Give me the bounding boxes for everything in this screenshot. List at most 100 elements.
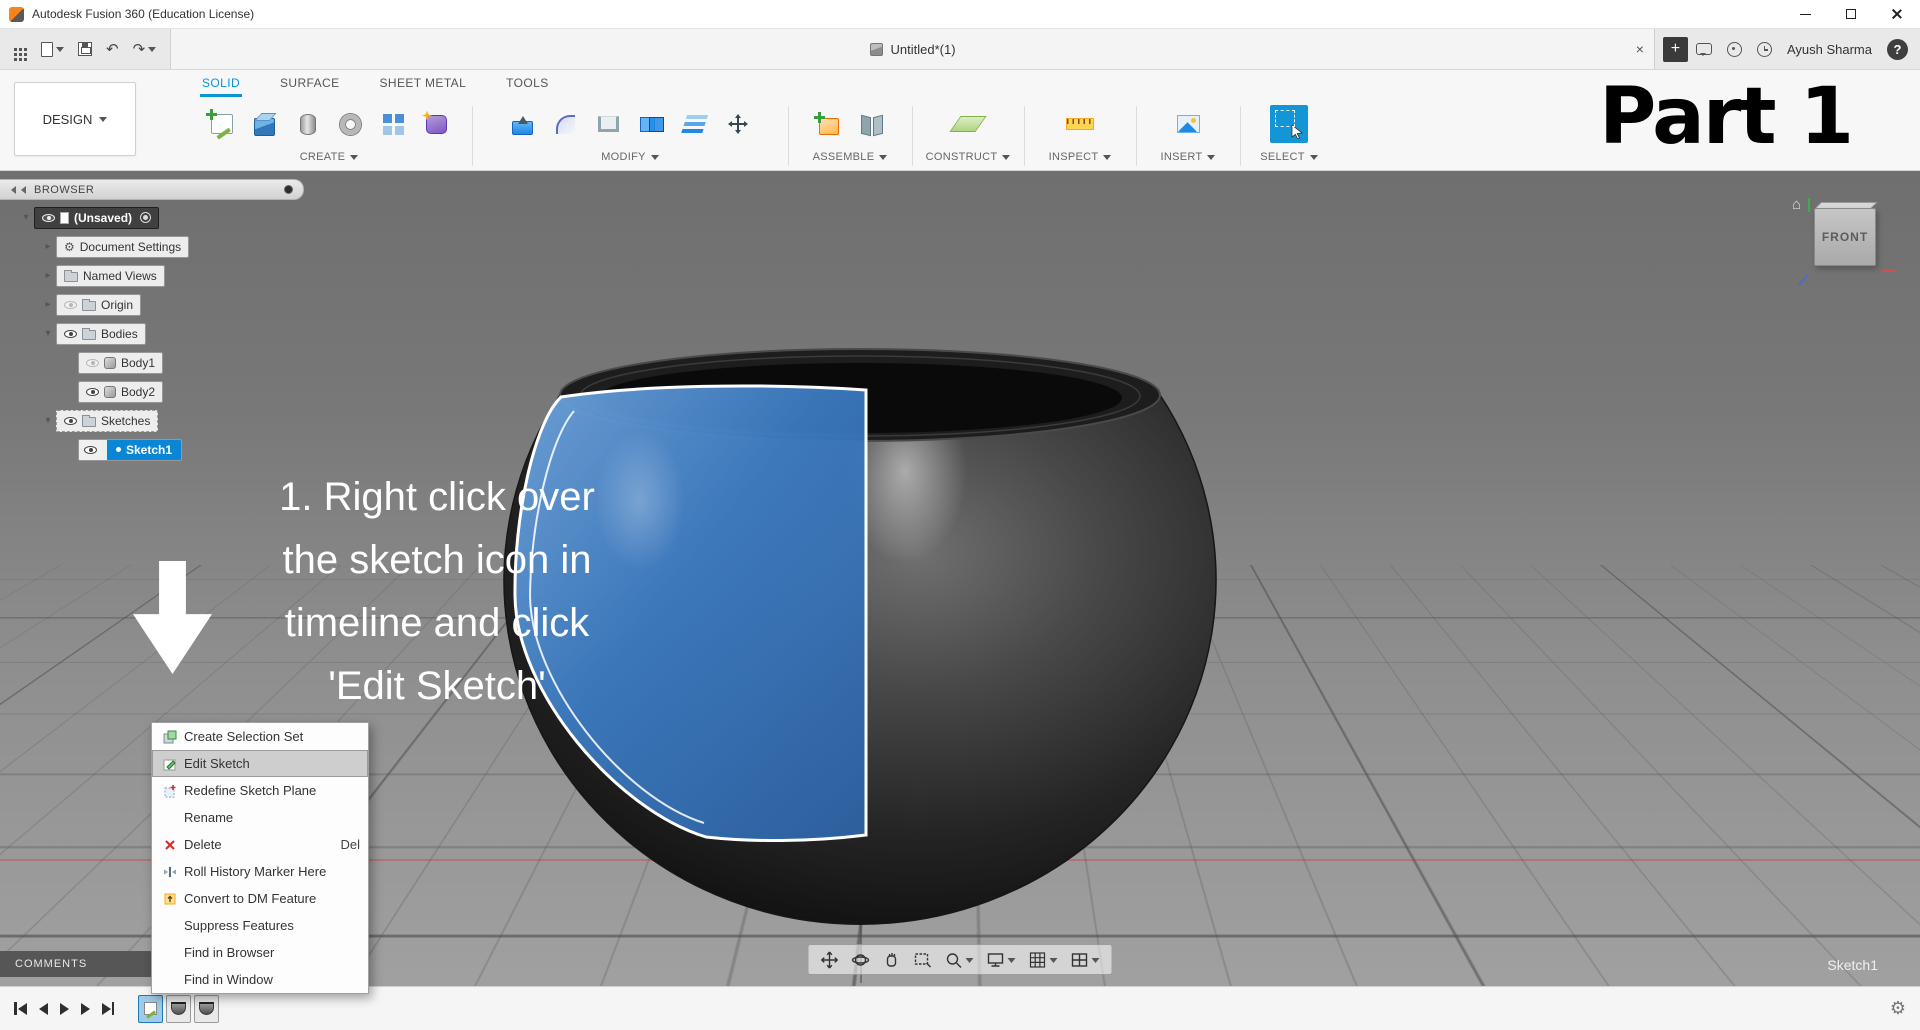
menu-item-redefine-sketch-plane[interactable]: Redefine Sketch Plane [152,777,368,804]
help-button[interactable]: ? [1887,38,1908,60]
select-dropdown[interactable]: SELECT [1246,150,1332,164]
browser-node-body2[interactable]: Body2 [0,377,189,406]
joint-icon[interactable] [855,107,889,141]
box-icon[interactable] [248,107,282,141]
file-menu-button[interactable] [41,41,64,57]
offset-faces-icon[interactable] [678,107,712,141]
timeline-play-button[interactable] [59,1002,69,1015]
zoom-window-icon[interactable] [914,951,932,969]
menu-item-convert-to-dm-feature[interactable]: Convert to DM Feature [152,885,368,912]
undo-button[interactable]: ↶ [106,40,119,58]
user-name[interactable]: Ayush Sharma [1787,42,1872,57]
new-tab-button[interactable]: + [1662,36,1688,62]
browser-header[interactable]: BROWSER [0,179,304,200]
menu-item-create-selection-set[interactable]: Create Selection Set [152,723,368,750]
extension-icon[interactable] [1726,41,1742,57]
orbit-icon[interactable] [851,951,870,969]
create-sketch-icon[interactable] [205,107,239,141]
comments-panel[interactable]: COMMENTS [0,951,156,977]
comment-bubble-icon[interactable] [1695,43,1712,56]
timeline-skip-start-button[interactable] [14,1002,27,1015]
browser-node-sketches[interactable]: ▾ Sketches [0,406,189,435]
tab-close-icon[interactable]: × [1636,41,1644,57]
browser-node-named-views[interactable]: ▸ Named Views [0,261,189,290]
menu-item-rename[interactable]: Rename [152,804,368,831]
timeline-settings-gear-icon[interactable]: ⚙ [1890,998,1906,1019]
menu-item-roll-history-marker[interactable]: Roll History Marker Here [152,858,368,885]
timeline-feature-revolve2[interactable] [194,994,219,1023]
browser-opacity-slider[interactable] [284,185,293,194]
menu-item-delete[interactable]: Delete Del [152,831,368,858]
pan-hand-icon[interactable] [883,951,901,969]
menu-item-edit-sketch[interactable]: Edit Sketch [152,750,368,777]
create-dropdown[interactable]: CREATE [186,150,472,164]
pan-icon[interactable] [821,951,839,969]
browser-node-root[interactable]: ▾ (Unsaved) [0,203,189,232]
shell-icon[interactable] [592,107,626,141]
visibility-eye-icon[interactable] [84,445,97,454]
grid-settings-icon[interactable] [1029,951,1058,969]
move-icon[interactable] [721,107,755,141]
fillet-icon[interactable] [549,107,583,141]
visibility-eye-icon[interactable] [64,329,77,338]
tab-sheet-metal[interactable]: SHEET METAL [378,70,469,94]
visibility-eye-off-icon[interactable] [64,300,77,309]
insert-canvas-icon[interactable] [1171,107,1205,141]
new-component-icon[interactable] [812,107,846,141]
cylinder-icon[interactable] [291,107,325,141]
collapsed-triangle-icon[interactable]: ▸ [40,241,56,252]
timeline-skip-end-button[interactable] [101,1002,114,1015]
inspect-dropdown[interactable]: INSPECT [1030,150,1130,164]
visibility-eye-icon[interactable] [86,387,99,396]
collapse-browser-icon[interactable] [7,185,27,194]
combine-icon[interactable] [635,107,669,141]
visibility-eye-icon[interactable] [42,213,55,222]
tab-solid[interactable]: SOLID [200,70,243,97]
browser-node-sketch1[interactable]: Sketch1 [0,435,189,464]
tab-tools[interactable]: TOOLS [504,70,550,94]
collapsed-triangle-icon[interactable]: ▸ [40,299,56,310]
workspace-selector[interactable]: DESIGN [14,82,136,156]
construction-plane-icon[interactable] [949,107,987,141]
timeline-feature-revolve1[interactable] [166,994,191,1023]
select-tool-icon[interactable] [1269,104,1309,144]
activate-radio-icon[interactable] [140,212,152,223]
display-settings-icon[interactable] [987,951,1016,969]
close-button[interactable] [1874,0,1920,28]
collapsed-triangle-icon[interactable]: ▸ [40,270,56,281]
maximize-button[interactable] [1828,0,1874,28]
pattern-icon[interactable] [377,107,411,141]
job-status-icon[interactable] [1756,41,1772,57]
menu-item-find-in-window[interactable]: Find in Window [152,966,368,993]
browser-node-bodies[interactable]: ▾ Bodies [0,319,189,348]
browser-node-document-settings[interactable]: ▸ ⚙ Document Settings [0,232,190,261]
expanded-triangle-icon[interactable]: ▾ [18,212,34,223]
menu-item-find-in-browser[interactable]: Find in Browser [152,939,368,966]
timeline-step-forward-button[interactable] [80,1002,90,1015]
expanded-triangle-icon[interactable]: ▾ [40,415,56,426]
visibility-eye-icon[interactable] [64,416,77,425]
zoom-icon[interactable] [945,951,974,969]
modify-dropdown[interactable]: MODIFY [478,150,782,164]
measure-icon[interactable] [1063,107,1097,141]
viewports-icon[interactable] [1071,951,1100,969]
viewcube-front-face[interactable]: FRONT [1814,208,1876,266]
viewcube[interactable]: ⌂ FRONT [1792,196,1896,288]
construct-dropdown[interactable]: CONSTRUCT [918,150,1018,164]
torus-icon[interactable] [334,107,368,141]
app-launcher-button[interactable] [14,47,27,51]
browser-node-body1[interactable]: Body1 [0,348,189,377]
visibility-eye-off-icon[interactable] [86,358,99,367]
timeline-feature-sketch1[interactable] [138,994,163,1023]
minimize-button[interactable] [1782,0,1828,28]
redo-button[interactable]: ↷ [133,40,157,58]
form-icon[interactable] [420,107,454,141]
tab-surface[interactable]: SURFACE [278,70,341,94]
document-tab[interactable]: Untitled*(1) × [170,29,1655,69]
home-icon[interactable]: ⌂ [1792,196,1801,213]
save-button[interactable] [78,42,92,56]
timeline-step-back-button[interactable] [38,1002,48,1015]
expanded-triangle-icon[interactable]: ▾ [40,328,56,339]
menu-item-suppress-features[interactable]: Suppress Features [152,912,368,939]
browser-node-origin[interactable]: ▸ Origin [0,290,189,319]
